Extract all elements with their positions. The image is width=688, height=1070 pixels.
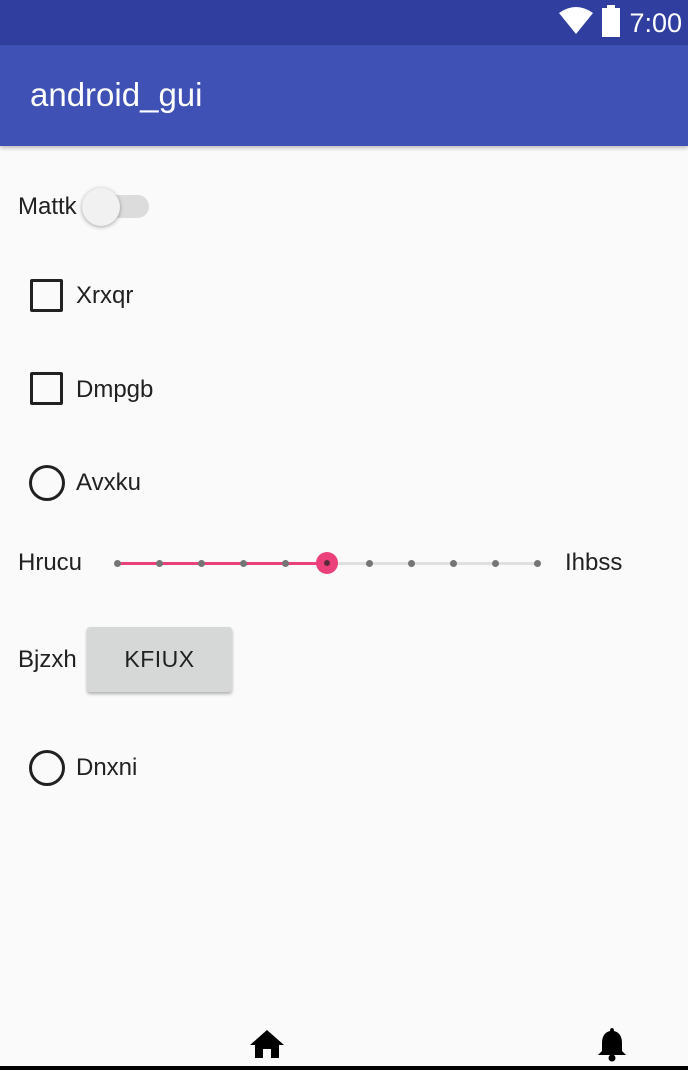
switch-label: Mattk [18,193,77,220]
checkbox-box[interactable] [30,279,63,312]
wifi-icon [559,6,594,40]
seekbar-tick [113,560,121,567]
battery-icon [601,4,621,42]
button-row-label: Bjzxh [18,646,77,673]
seekbar-thumb[interactable] [316,552,338,574]
checkbox-label[interactable]: Xrxqr [76,282,133,310]
seekbar-tick [533,560,541,567]
status-icons: 7:00 [559,4,682,42]
app-title: android_gui [30,76,203,113]
bottom-nav [0,1028,688,1070]
nav-divider [0,1066,688,1070]
switch-thumb[interactable] [82,188,120,226]
status-time: 7:00 [629,7,682,38]
seekbar-tick [491,560,499,567]
status-bar: 7:00 [0,0,688,45]
seekbar-tick [281,560,289,567]
checkbox-box[interactable] [30,372,63,405]
checkbox-label[interactable]: Dmpgb [76,376,153,404]
radio-circle[interactable] [29,465,65,501]
bell-icon[interactable] [596,1026,628,1067]
seekbar-tick [407,560,415,567]
radio-circle[interactable] [29,750,65,786]
seekbar-left-label: Hrucu [18,549,83,576]
seekbar-tick [239,560,247,567]
radio-label[interactable]: Dnxni [76,754,137,782]
seekbar-tick [197,560,205,567]
seekbar-progress[interactable] [117,562,327,565]
seekbar-right-label: Ihbss [565,549,623,576]
kfiux-button[interactable]: KFIUX [87,627,232,692]
seekbar-tick [449,560,457,567]
home-icon[interactable] [249,1028,285,1065]
radio-label[interactable]: Avxku [76,469,141,497]
app-bar: android_gui [0,45,688,146]
seekbar-tick [155,560,163,567]
seekbar-tick [365,560,373,567]
seekbar-thumb-dot [324,560,330,566]
